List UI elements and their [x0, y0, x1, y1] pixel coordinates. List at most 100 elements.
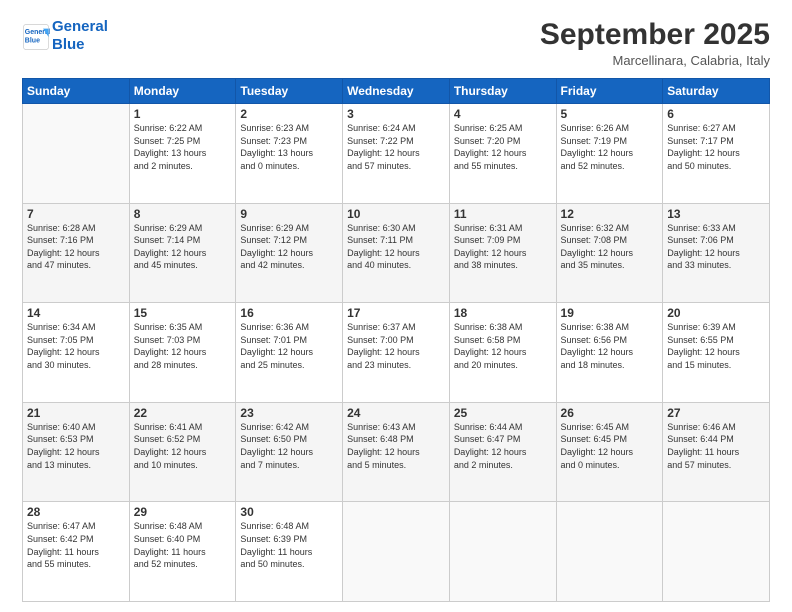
week-row-3: 14Sunrise: 6:34 AM Sunset: 7:05 PM Dayli… — [23, 303, 770, 403]
day-info: Sunrise: 6:22 AM Sunset: 7:25 PM Dayligh… — [134, 122, 232, 172]
calendar-cell: 8Sunrise: 6:29 AM Sunset: 7:14 PM Daylig… — [129, 203, 236, 303]
calendar-body: 1Sunrise: 6:22 AM Sunset: 7:25 PM Daylig… — [23, 104, 770, 602]
day-info: Sunrise: 6:39 AM Sunset: 6:55 PM Dayligh… — [667, 321, 765, 371]
calendar-cell: 21Sunrise: 6:40 AM Sunset: 6:53 PM Dayli… — [23, 402, 130, 502]
header: General Blue General Blue September 2025… — [22, 18, 770, 68]
day-info: Sunrise: 6:45 AM Sunset: 6:45 PM Dayligh… — [561, 421, 659, 471]
day-info: Sunrise: 6:30 AM Sunset: 7:11 PM Dayligh… — [347, 222, 445, 272]
day-number: 8 — [134, 207, 232, 221]
calendar-cell: 2Sunrise: 6:23 AM Sunset: 7:23 PM Daylig… — [236, 104, 343, 204]
logo-line2: Blue — [52, 36, 85, 53]
day-info: Sunrise: 6:48 AM Sunset: 6:39 PM Dayligh… — [240, 520, 338, 570]
day-number: 7 — [27, 207, 125, 221]
day-info: Sunrise: 6:34 AM Sunset: 7:05 PM Dayligh… — [27, 321, 125, 371]
day-number: 10 — [347, 207, 445, 221]
calendar-cell: 27Sunrise: 6:46 AM Sunset: 6:44 PM Dayli… — [663, 402, 770, 502]
weekday-header-saturday: Saturday — [663, 79, 770, 104]
day-info: Sunrise: 6:26 AM Sunset: 7:19 PM Dayligh… — [561, 122, 659, 172]
logo-icon: General Blue — [22, 23, 50, 51]
day-number: 3 — [347, 107, 445, 121]
day-number: 17 — [347, 306, 445, 320]
calendar-cell: 13Sunrise: 6:33 AM Sunset: 7:06 PM Dayli… — [663, 203, 770, 303]
day-number: 22 — [134, 406, 232, 420]
day-info: Sunrise: 6:41 AM Sunset: 6:52 PM Dayligh… — [134, 421, 232, 471]
location-subtitle: Marcellinara, Calabria, Italy — [540, 53, 770, 68]
day-info: Sunrise: 6:37 AM Sunset: 7:00 PM Dayligh… — [347, 321, 445, 371]
day-info: Sunrise: 6:47 AM Sunset: 6:42 PM Dayligh… — [27, 520, 125, 570]
day-info: Sunrise: 6:35 AM Sunset: 7:03 PM Dayligh… — [134, 321, 232, 371]
logo-text: General Blue — [52, 18, 108, 54]
day-number: 14 — [27, 306, 125, 320]
calendar-cell: 14Sunrise: 6:34 AM Sunset: 7:05 PM Dayli… — [23, 303, 130, 403]
day-number: 20 — [667, 306, 765, 320]
day-number: 24 — [347, 406, 445, 420]
weekday-row: SundayMondayTuesdayWednesdayThursdayFrid… — [23, 79, 770, 104]
calendar-cell: 15Sunrise: 6:35 AM Sunset: 7:03 PM Dayli… — [129, 303, 236, 403]
day-info: Sunrise: 6:33 AM Sunset: 7:06 PM Dayligh… — [667, 222, 765, 272]
weekday-header-friday: Friday — [556, 79, 663, 104]
day-info: Sunrise: 6:43 AM Sunset: 6:48 PM Dayligh… — [347, 421, 445, 471]
day-number: 21 — [27, 406, 125, 420]
day-info: Sunrise: 6:23 AM Sunset: 7:23 PM Dayligh… — [240, 122, 338, 172]
calendar-cell: 30Sunrise: 6:48 AM Sunset: 6:39 PM Dayli… — [236, 502, 343, 602]
calendar-table: SundayMondayTuesdayWednesdayThursdayFrid… — [22, 78, 770, 602]
calendar-cell: 25Sunrise: 6:44 AM Sunset: 6:47 PM Dayli… — [449, 402, 556, 502]
day-number: 4 — [454, 107, 552, 121]
day-number: 25 — [454, 406, 552, 420]
month-title: September 2025 — [540, 18, 770, 51]
day-info: Sunrise: 6:40 AM Sunset: 6:53 PM Dayligh… — [27, 421, 125, 471]
day-number: 27 — [667, 406, 765, 420]
week-row-1: 1Sunrise: 6:22 AM Sunset: 7:25 PM Daylig… — [23, 104, 770, 204]
calendar-header: SundayMondayTuesdayWednesdayThursdayFrid… — [23, 79, 770, 104]
day-number: 26 — [561, 406, 659, 420]
calendar-cell — [23, 104, 130, 204]
calendar-cell: 1Sunrise: 6:22 AM Sunset: 7:25 PM Daylig… — [129, 104, 236, 204]
day-number: 30 — [240, 505, 338, 519]
calendar-cell: 3Sunrise: 6:24 AM Sunset: 7:22 PM Daylig… — [343, 104, 450, 204]
day-number: 2 — [240, 107, 338, 121]
page: General Blue General Blue September 2025… — [0, 0, 792, 612]
day-info: Sunrise: 6:28 AM Sunset: 7:16 PM Dayligh… — [27, 222, 125, 272]
weekday-header-monday: Monday — [129, 79, 236, 104]
week-row-2: 7Sunrise: 6:28 AM Sunset: 7:16 PM Daylig… — [23, 203, 770, 303]
calendar-cell — [449, 502, 556, 602]
day-info: Sunrise: 6:48 AM Sunset: 6:40 PM Dayligh… — [134, 520, 232, 570]
day-number: 12 — [561, 207, 659, 221]
calendar-cell: 28Sunrise: 6:47 AM Sunset: 6:42 PM Dayli… — [23, 502, 130, 602]
day-number: 29 — [134, 505, 232, 519]
weekday-header-thursday: Thursday — [449, 79, 556, 104]
weekday-header-sunday: Sunday — [23, 79, 130, 104]
day-info: Sunrise: 6:25 AM Sunset: 7:20 PM Dayligh… — [454, 122, 552, 172]
weekday-header-wednesday: Wednesday — [343, 79, 450, 104]
day-info: Sunrise: 6:29 AM Sunset: 7:14 PM Dayligh… — [134, 222, 232, 272]
calendar-cell: 20Sunrise: 6:39 AM Sunset: 6:55 PM Dayli… — [663, 303, 770, 403]
day-number: 28 — [27, 505, 125, 519]
day-number: 19 — [561, 306, 659, 320]
day-info: Sunrise: 6:44 AM Sunset: 6:47 PM Dayligh… — [454, 421, 552, 471]
svg-text:Blue: Blue — [25, 38, 40, 45]
calendar-cell: 12Sunrise: 6:32 AM Sunset: 7:08 PM Dayli… — [556, 203, 663, 303]
day-number: 5 — [561, 107, 659, 121]
calendar-cell: 29Sunrise: 6:48 AM Sunset: 6:40 PM Dayli… — [129, 502, 236, 602]
day-number: 9 — [240, 207, 338, 221]
day-number: 23 — [240, 406, 338, 420]
calendar-cell: 26Sunrise: 6:45 AM Sunset: 6:45 PM Dayli… — [556, 402, 663, 502]
day-info: Sunrise: 6:42 AM Sunset: 6:50 PM Dayligh… — [240, 421, 338, 471]
day-info: Sunrise: 6:32 AM Sunset: 7:08 PM Dayligh… — [561, 222, 659, 272]
calendar-cell: 9Sunrise: 6:29 AM Sunset: 7:12 PM Daylig… — [236, 203, 343, 303]
day-number: 6 — [667, 107, 765, 121]
title-block: September 2025 Marcellinara, Calabria, I… — [540, 18, 770, 68]
calendar-cell: 17Sunrise: 6:37 AM Sunset: 7:00 PM Dayli… — [343, 303, 450, 403]
calendar-cell: 18Sunrise: 6:38 AM Sunset: 6:58 PM Dayli… — [449, 303, 556, 403]
calendar-cell — [663, 502, 770, 602]
day-info: Sunrise: 6:29 AM Sunset: 7:12 PM Dayligh… — [240, 222, 338, 272]
day-number: 15 — [134, 306, 232, 320]
day-number: 13 — [667, 207, 765, 221]
calendar-cell: 24Sunrise: 6:43 AM Sunset: 6:48 PM Dayli… — [343, 402, 450, 502]
day-info: Sunrise: 6:36 AM Sunset: 7:01 PM Dayligh… — [240, 321, 338, 371]
day-info: Sunrise: 6:24 AM Sunset: 7:22 PM Dayligh… — [347, 122, 445, 172]
week-row-5: 28Sunrise: 6:47 AM Sunset: 6:42 PM Dayli… — [23, 502, 770, 602]
weekday-header-tuesday: Tuesday — [236, 79, 343, 104]
calendar-cell: 7Sunrise: 6:28 AM Sunset: 7:16 PM Daylig… — [23, 203, 130, 303]
day-number: 18 — [454, 306, 552, 320]
